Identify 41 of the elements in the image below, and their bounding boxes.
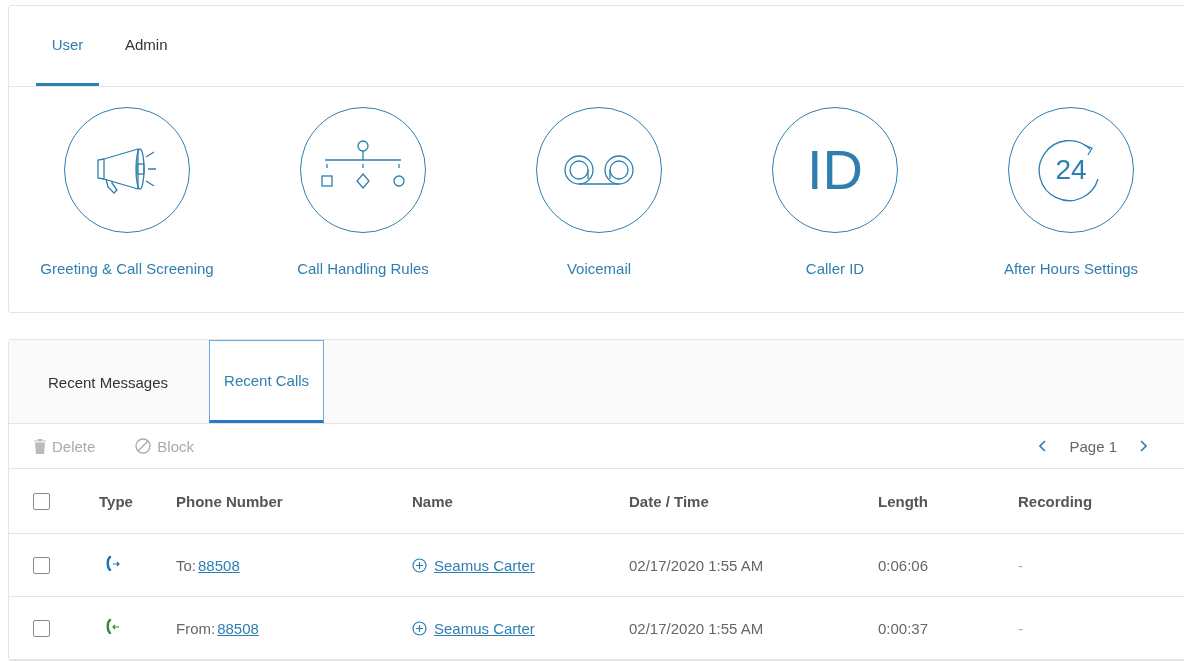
tab[interactable]: Recent Calls: [209, 340, 325, 423]
contact-link[interactable]: Seamus Carter: [434, 556, 535, 574]
column-header: Phone Number: [176, 492, 284, 510]
row-checkbox[interactable]: [33, 556, 50, 574]
table-cell-text: -: [1018, 556, 1024, 574]
caller-id-icon: ID: [807, 142, 863, 198]
contact-link[interactable]: Seamus Carter: [434, 619, 535, 637]
column-header: Recording: [1018, 492, 1094, 510]
phone-call-icon: [105, 618, 121, 634]
feature-label[interactable]: Greeting & Call Screening: [40, 260, 214, 277]
table-cell-text: 02/17/2020 1:55 AM: [629, 619, 765, 637]
phone-call-icon: [105, 555, 121, 571]
column-header: Name: [412, 492, 454, 510]
next-page-icon[interactable]: [1137, 438, 1149, 454]
table-cell-text: 0:06:06: [878, 556, 930, 574]
feature-label[interactable]: Voicemail: [566, 260, 632, 277]
page-indicator: Page 1: [1069, 437, 1117, 455]
hours-number: 24: [1055, 156, 1087, 184]
add-contact-icon[interactable]: [412, 620, 427, 636]
add-contact-icon[interactable]: [412, 557, 427, 573]
phone-prefix: To:: [176, 556, 196, 574]
tab[interactable]: User: [36, 6, 99, 86]
table-cell-text: 0:00:37: [878, 619, 930, 637]
feature-label[interactable]: Call Handling Rules: [297, 260, 429, 277]
table-cell-text: -: [1018, 619, 1024, 637]
phone-link[interactable]: 88508: [198, 556, 240, 574]
trash-icon: [34, 438, 46, 454]
tab[interactable]: Admin: [125, 6, 196, 86]
voicemail-icon: [563, 154, 635, 186]
tab[interactable]: Recent Messages: [47, 340, 170, 423]
column-header: Date / Time: [629, 492, 710, 510]
table-cell-text: 02/17/2020 1:55 AM: [629, 556, 765, 574]
phone-prefix: From:: [176, 619, 216, 637]
prohibited-icon: [135, 438, 152, 454]
select-all-checkbox[interactable]: [33, 492, 50, 510]
column-header: Length: [878, 492, 929, 510]
row-checkbox[interactable]: [33, 619, 50, 637]
feature-label[interactable]: After Hours Settings: [1003, 260, 1139, 277]
column-header: Type: [99, 492, 134, 510]
phone-link[interactable]: 88508: [217, 619, 259, 637]
feature-label[interactable]: Caller ID: [805, 260, 865, 277]
